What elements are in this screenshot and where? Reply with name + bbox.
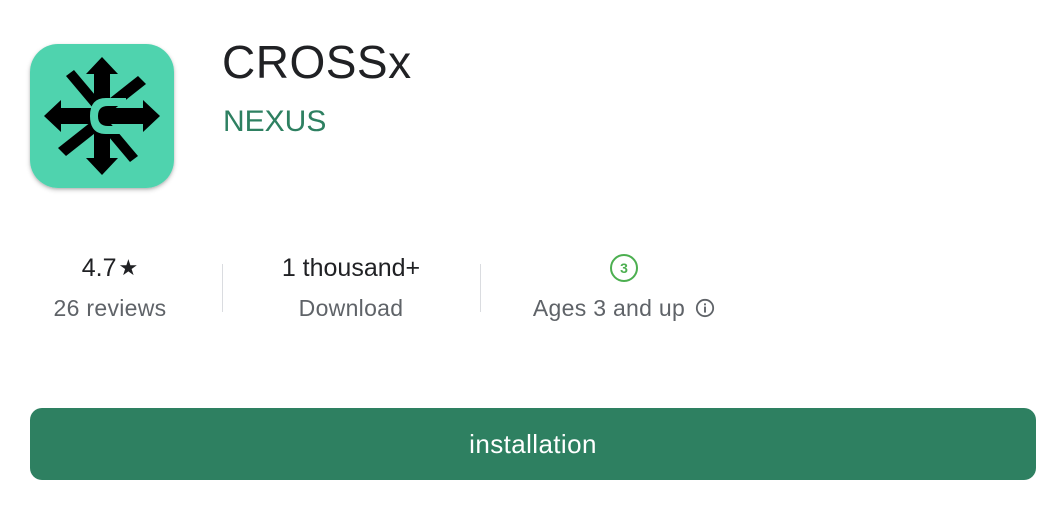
star-icon: ★ bbox=[118, 255, 139, 280]
info-icon[interactable] bbox=[695, 298, 715, 318]
stat-divider bbox=[480, 264, 481, 312]
stat-divider bbox=[222, 264, 223, 312]
downloads-value: 1 thousand+ bbox=[281, 253, 421, 282]
install-button[interactable]: installation bbox=[30, 408, 1036, 480]
content-rating-label-row: Ages 3 and up bbox=[533, 292, 715, 324]
app-icon bbox=[30, 44, 174, 188]
reviews-count[interactable]: 26 reviews bbox=[54, 292, 167, 324]
rating-value-row: 4.7 ★ bbox=[82, 250, 139, 286]
install-button-label: installation bbox=[469, 428, 597, 459]
rating-value: 4.7 bbox=[81, 253, 117, 282]
content-rating-badge-row: 3 bbox=[610, 250, 638, 286]
content-rating-label: Ages 3 and up bbox=[532, 294, 686, 321]
rating-stat: 4.7 ★ 26 reviews bbox=[30, 250, 190, 334]
downloads-stat: 1 thousand+ Download bbox=[240, 250, 462, 334]
downloads-label: Download bbox=[298, 294, 404, 321]
content-rating-stat: 3 Ages 3 and up bbox=[498, 250, 750, 334]
app-title: CROSSx bbox=[222, 36, 412, 88]
developer-link[interactable]: NEXUS bbox=[223, 104, 326, 140]
age-rating-badge: 3 bbox=[610, 254, 638, 282]
crossx-logo-icon bbox=[30, 44, 174, 188]
